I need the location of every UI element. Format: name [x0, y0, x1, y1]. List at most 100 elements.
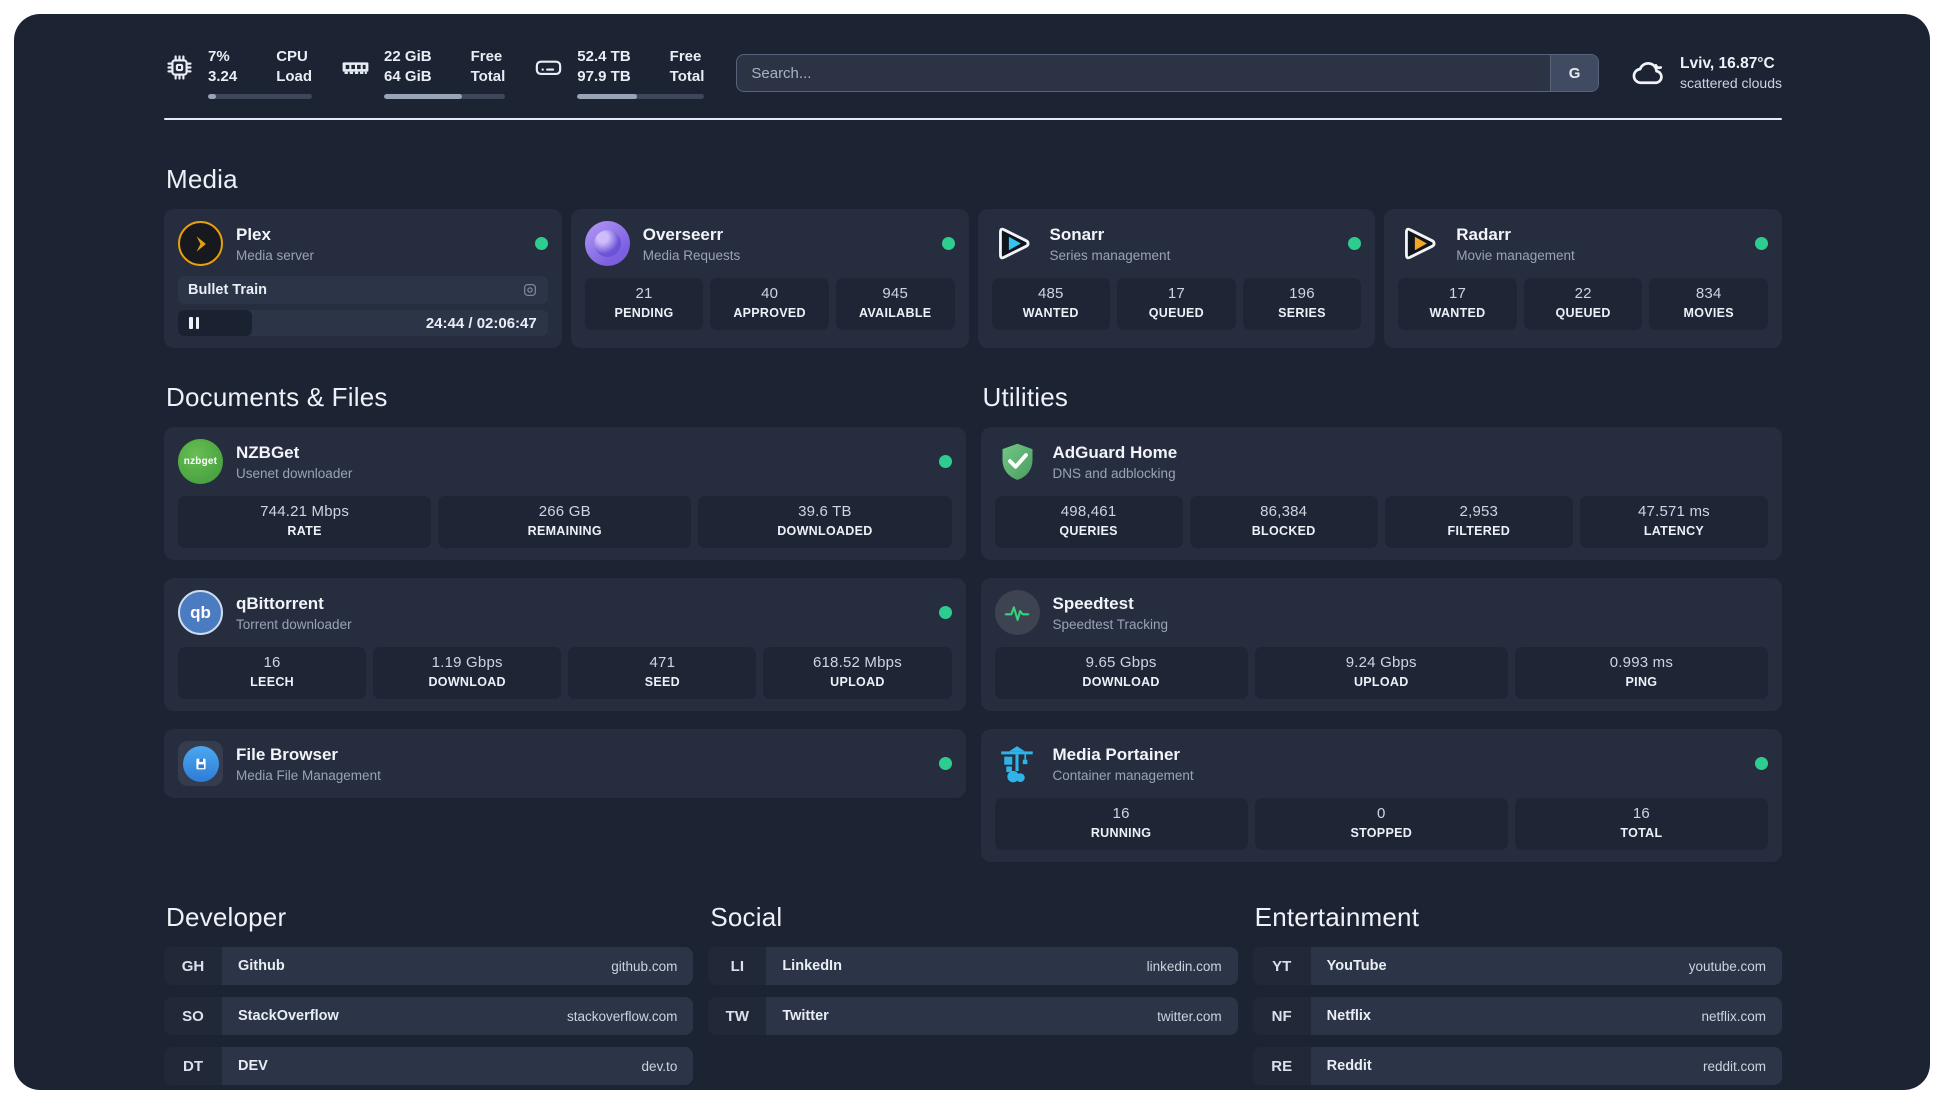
app-name: Plex — [236, 224, 271, 244]
stat-value: 196 — [1289, 285, 1315, 302]
bookmark-url: github.com — [611, 958, 678, 974]
qbittorrent-logo-icon: qb — [178, 590, 223, 635]
status-online-dot — [1348, 237, 1362, 250]
bookmark-url: stackoverflow.com — [567, 1008, 678, 1024]
stat-value: 16 — [1632, 805, 1650, 822]
disk-label-top: Free — [669, 48, 702, 65]
stat-value: 39.6 TB — [798, 503, 852, 520]
stat-upload: 9.24 Gbps UPLOAD — [1254, 647, 1508, 699]
stat-downloaded: 39.6 TB DOWNLOADED — [698, 496, 952, 548]
app-card-portainer[interactable]: Media Portainer Container management 16 … — [980, 729, 1782, 862]
stat-label: UPLOAD — [830, 675, 885, 689]
bookmark-url: twitter.com — [1157, 1008, 1222, 1024]
stat-label: RUNNING — [1090, 826, 1152, 840]
section-media: Media Plex Media server Bullet Train 24:… — [164, 164, 1782, 348]
bookmark-abbr: TW — [708, 997, 767, 1035]
search-input[interactable] — [737, 64, 1551, 82]
app-subtitle: Container management — [1052, 767, 1194, 783]
disk-free: 52.4 TB — [577, 48, 631, 65]
disk-resource-widget: 52.4 TB 97.9 TB Free Total — [533, 47, 705, 99]
bookmark-name: Reddit — [1326, 1058, 1372, 1074]
bookmark-pill: StackOverflow stackoverflow.com — [222, 997, 694, 1035]
stat-label: QUEUED — [1148, 306, 1204, 320]
stat-label: DOWNLOAD — [428, 675, 506, 689]
app-name: Sonarr — [1049, 224, 1105, 244]
memory-label-top: Free — [470, 48, 503, 65]
stat-queued: 17 QUEUED — [1117, 278, 1236, 330]
video-session-icon — [522, 282, 538, 298]
cloud-icon — [1632, 62, 1663, 85]
bookmark-netflix[interactable]: NF Netflix netflix.com — [1252, 997, 1782, 1035]
app-card-plex[interactable]: Plex Media server Bullet Train 24:44 / 0… — [164, 209, 562, 348]
stat-label: LEECH — [250, 675, 294, 689]
cpu-percent: 7% — [208, 48, 230, 65]
bookmark-pill: Github github.com — [222, 947, 694, 985]
bookmark-pill: LinkedIn linkedin.com — [766, 947, 1238, 985]
bookmark-twitter[interactable]: TW Twitter twitter.com — [708, 997, 1238, 1035]
app-card-nzbget[interactable]: nzbget NZBGet Usenet downloader 744.21 M… — [164, 427, 966, 560]
app-card-overseerr[interactable]: Overseerr Media Requests 21 PENDING 40 A… — [570, 209, 969, 348]
bookmark-youtube[interactable]: YT YouTube youtube.com — [1252, 947, 1782, 985]
cpu-progress-bar — [208, 94, 313, 99]
stat-filtered: 2,953 FILTERED — [1384, 496, 1573, 548]
stat-movies: 834 MOVIES — [1649, 278, 1768, 330]
bookmark-github[interactable]: GH Github github.com — [164, 947, 694, 985]
bookmark-abbr: NF — [1252, 997, 1311, 1035]
bookmark-group-title: Developer — [166, 902, 287, 932]
app-subtitle: Series management — [1049, 247, 1171, 263]
nzbget-logo-icon: nzbget — [178, 439, 223, 484]
stat-label: PENDING — [614, 306, 674, 320]
app-card-radarr[interactable]: Radarr Movie management 17 WANTED 22 QUE… — [1384, 209, 1782, 348]
memory-label-bottom: Total — [470, 68, 506, 85]
app-subtitle: Movie management — [1456, 247, 1575, 263]
stat-label: DOWNLOAD — [1082, 675, 1160, 689]
app-card-speedtest[interactable]: Speedtest Speedtest Tracking 9.65 Gbps D… — [980, 578, 1782, 711]
topbar: 7% 3.24 CPU Load 22 GiB 64 GiB Free Tota… — [164, 47, 1782, 99]
stat-label: AVAILABLE — [859, 306, 932, 320]
bookmark-name: Github — [238, 958, 285, 974]
stat-value: 40 — [761, 285, 779, 302]
app-card-filebrowser[interactable]: File Browser Media File Management — [164, 729, 966, 798]
stat-label: PING — [1625, 675, 1658, 689]
stat-value: 2,953 — [1459, 503, 1499, 520]
bookmark-linkedin[interactable]: LI LinkedIn linkedin.com — [708, 947, 1238, 985]
plex-now-playing: Bullet Train 24:44 / 02:06:47 — [178, 276, 548, 336]
playback-time: 24:44 / 02:06:47 — [425, 314, 537, 332]
app-card-sonarr[interactable]: Sonarr Series management 485 WANTED 17 Q… — [977, 209, 1376, 348]
app-subtitle: Usenet downloader — [236, 465, 353, 481]
section-title-utilities: Utilities — [982, 382, 1069, 412]
topbar-divider — [164, 118, 1782, 120]
section-title-documents: Documents & Files — [166, 382, 388, 412]
stat-value: 498,461 — [1060, 503, 1117, 520]
stat-remaining: 266 GB REMAINING — [438, 496, 692, 548]
pause-icon[interactable] — [189, 317, 199, 329]
filebrowser-logo-icon — [178, 741, 223, 786]
bookmark-stackoverflow[interactable]: SO StackOverflow stackoverflow.com — [164, 997, 694, 1035]
bookmark-abbr: GH — [164, 947, 222, 985]
stat-total: 16 TOTAL — [1514, 798, 1768, 850]
app-subtitle: Torrent downloader — [236, 616, 352, 632]
stat-latency: 47.571 ms LATENCY — [1579, 496, 1768, 548]
app-card-adguard[interactable]: AdGuard Home DNS and adblocking 498,461 … — [980, 427, 1782, 560]
playback-progress-bar: 24:44 / 02:06:47 — [178, 310, 548, 336]
section-utilities: Utilities AdGuard Home DNS and adblockin… — [980, 382, 1782, 862]
stat-label: FILTERED — [1447, 524, 1511, 538]
stat-label: STOPPED — [1350, 826, 1413, 840]
bookmark-url: linkedin.com — [1146, 958, 1222, 974]
stat-wanted: 485 WANTED — [991, 278, 1111, 330]
stat-label: LATENCY — [1643, 524, 1705, 538]
stat-pending: 21 PENDING — [584, 278, 704, 330]
stat-value: 945 — [882, 285, 909, 302]
app-card-qbittorrent[interactable]: qb qBittorrent Torrent downloader 16 LEE… — [164, 578, 966, 711]
search-provider-button[interactable]: G — [1550, 55, 1599, 91]
stat-available: 945 AVAILABLE — [835, 278, 955, 330]
bookmark-dev[interactable]: DT DEV dev.to — [164, 1047, 694, 1085]
stat-value: 834 — [1695, 285, 1722, 302]
bookmark-url: reddit.com — [1702, 1058, 1766, 1074]
stat-value: 0.993 ms — [1609, 654, 1674, 671]
app-subtitle: Speedtest Tracking — [1052, 616, 1169, 632]
stat-value: 17 — [1448, 285, 1467, 302]
app-name: File Browser — [236, 744, 339, 764]
bookmark-reddit[interactable]: RE Reddit reddit.com — [1252, 1047, 1782, 1085]
app-name: qBittorrent — [236, 593, 324, 613]
